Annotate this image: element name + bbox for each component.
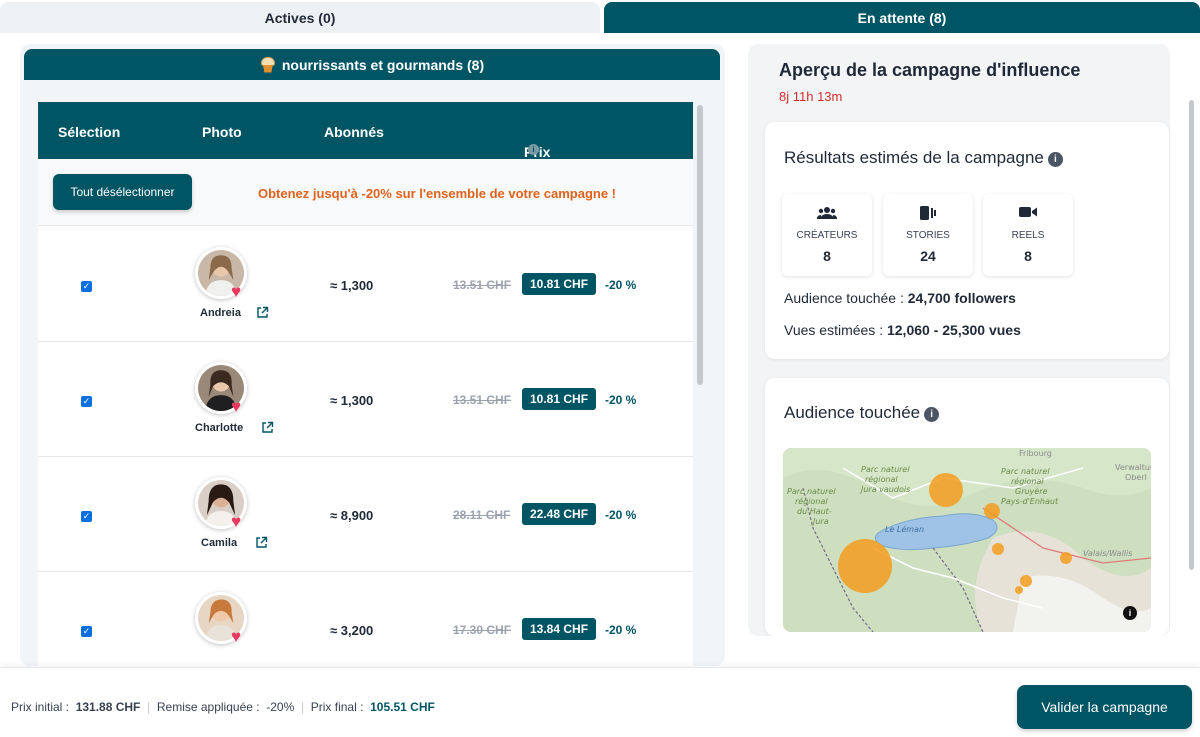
svg-text:Verwaltung: Verwaltung	[1115, 463, 1151, 472]
svg-text:Fribourg: Fribourg	[1019, 449, 1052, 458]
row-checkbox[interactable]: ✓	[81, 511, 92, 522]
discount-badge: -20 %	[605, 393, 637, 407]
followers-count: ≈ 1,300	[330, 278, 374, 293]
discount-badge: -20 %	[605, 623, 637, 637]
external-link-icon[interactable]	[261, 421, 274, 434]
audience-reached-line: Audience touchée : 24,700 followers	[784, 290, 1016, 306]
header-photo: Photo	[202, 124, 242, 140]
new-price: 13.84 CHF	[522, 618, 597, 640]
audience-card: Audience touchée i Parc naturel régional …	[765, 378, 1169, 636]
results-title: Résultats estimés de la campagne i	[784, 148, 1063, 168]
validate-campaign-button[interactable]: Valider la campagne	[1017, 685, 1192, 729]
stat-creators: CRÉATEURS 8	[782, 194, 872, 276]
campaign-timer: 8j 11h 13m	[779, 89, 843, 104]
heart-icon: ♥	[231, 397, 242, 416]
stat-value: 8	[823, 248, 831, 264]
svg-text:Gruyère: Gruyère	[1015, 486, 1048, 496]
discount-badge: -20 %	[605, 508, 637, 522]
promo-text: Obtenez jusqu'à -20% sur l'ensemble de v…	[258, 186, 617, 201]
old-price: 13.51 CHF	[453, 393, 512, 407]
table-scrollbar[interactable]	[697, 105, 703, 385]
svg-text:du Haut-: du Haut-	[797, 507, 832, 516]
overview-scrollbar[interactable]	[1189, 100, 1194, 570]
heart-icon: ♥	[231, 512, 242, 531]
tab-actives[interactable]: Actives (0)	[0, 2, 600, 33]
svg-text:Valais/Wallis: Valais/Wallis	[1083, 549, 1132, 558]
heart-icon: ♥	[231, 627, 242, 646]
svg-text:Jura: Jura	[811, 517, 829, 526]
discount-badge: -20 %	[605, 278, 637, 292]
header-subscribers: Abonnés	[324, 124, 384, 140]
selection-actions: Tout désélectionner Obtenez jusqu'à -20%…	[38, 159, 693, 226]
summary-footer: Prix initial : 131.88 CHF | Remise appli…	[0, 667, 1200, 737]
results-card: Résultats estimés de la campagne i CRÉATE…	[765, 122, 1169, 359]
followers-count: ≈ 3,200	[330, 623, 374, 638]
creator-name[interactable]: Charlotte	[195, 422, 243, 434]
users-icon	[782, 206, 872, 220]
tab-en-attente[interactable]: En attente (8)	[604, 2, 1200, 33]
video-icon	[983, 206, 1073, 220]
old-price: 17.30 CHF	[453, 623, 512, 637]
discount-applied: -20%	[266, 700, 295, 714]
row-checkbox[interactable]: ✓	[81, 626, 92, 637]
creators-table: Sélection Photo Abonnés Prixi Tout désél…	[38, 102, 693, 666]
svg-text:Oberl: Oberl	[1125, 473, 1147, 482]
overview-title: Aperçu de la campagne d'influence	[779, 60, 1081, 80]
new-price: 10.81 CHF	[522, 273, 597, 295]
svg-text:régional: régional	[1011, 476, 1044, 486]
svg-text:Parc naturel: Parc naturel	[861, 465, 910, 474]
table-row: ✓ ♥ Charlotte ≈ 1,300 13.51 CHF 10.81 CH…	[38, 342, 693, 457]
creators-panel: nourrissants et gourmands (8) Sélection …	[20, 44, 725, 666]
info-icon[interactable]: i	[528, 144, 539, 155]
table-row: ✓ ♥ ≈ 3,200 17.30 CHF 13.84 CHF -20 %	[38, 572, 693, 666]
audience-map[interactable]: Parc naturel régional Jura vaudois Parc …	[783, 448, 1151, 632]
external-link-icon[interactable]	[255, 536, 268, 549]
header-selection: Sélection	[58, 124, 121, 140]
final-price: 105.51 CHF	[370, 700, 435, 714]
group-title: nourrissants et gourmands (8)	[281, 56, 485, 73]
estimated-views-line: Vues estimées : 12,060 - 25,300 vues	[784, 322, 1021, 338]
table-row: ✓ ♥ Camila ≈ 8,900 28.11 CHF 22.48 CHF -…	[38, 457, 693, 572]
svg-text:Pays-d'Enhaut: Pays-d'Enhaut	[1001, 497, 1059, 506]
followers-count: ≈ 8,900	[330, 508, 374, 523]
table-header: Sélection Photo Abonnés Prixi	[38, 102, 693, 160]
row-checkbox[interactable]: ✓	[81, 396, 92, 407]
svg-text:Parc naturel: Parc naturel	[1001, 467, 1050, 476]
old-price: 28.11 CHF	[453, 508, 511, 522]
followers-count: ≈ 1,300	[330, 393, 374, 408]
svg-text:régional: régional	[865, 474, 898, 484]
audience-title: Audience touchée i	[784, 403, 940, 423]
price-summary: Prix initial : 131.88 CHF | Remise appli…	[11, 700, 435, 714]
stat-label: CRÉATEURS	[796, 230, 858, 241]
creator-name[interactable]: Camila	[201, 537, 237, 549]
heart-icon: ♥	[231, 282, 242, 301]
old-price: 13.51 CHF	[453, 278, 512, 292]
svg-text:Parc naturel: Parc naturel	[787, 487, 836, 496]
table-row: ✓ ♥ Andreia ≈ 1,300 13.51 CHF 10.81 CHF …	[38, 227, 693, 342]
svg-text:Jura vaudois: Jura vaudois	[859, 485, 910, 494]
info-icon[interactable]: i	[924, 407, 940, 422]
stat-label: REELS	[1011, 230, 1045, 241]
stat-stories: STORIES 24	[883, 194, 973, 276]
new-price: 10.81 CHF	[522, 388, 597, 410]
stat-value: 24	[920, 248, 936, 264]
svg-text:régional: régional	[795, 496, 828, 506]
stat-label: STORIES	[906, 230, 950, 241]
stat-reels: REELS 8	[983, 194, 1073, 276]
deselect-all-button[interactable]: Tout désélectionner	[53, 174, 192, 210]
initial-price: 131.88 CHF	[75, 700, 141, 714]
stories-icon	[883, 206, 973, 220]
info-icon[interactable]: i	[1047, 152, 1063, 167]
cupcake-icon	[260, 56, 276, 73]
tab-bar: Actives (0) En attente (8)	[0, 0, 1200, 35]
svg-text:Le Léman: Le Léman	[885, 524, 924, 534]
map-info-icon[interactable]: i	[1123, 606, 1137, 620]
group-header[interactable]: nourrissants et gourmands (8)	[24, 49, 720, 80]
creator-name[interactable]: Andreia	[200, 307, 241, 319]
campaign-overview-panel: Aperçu de la campagne d'influence 8j 11h…	[748, 44, 1170, 636]
row-checkbox[interactable]: ✓	[81, 281, 92, 292]
new-price: 22.48 CHF	[522, 503, 597, 525]
external-link-icon[interactable]	[256, 306, 269, 319]
stat-value: 8	[1024, 248, 1032, 264]
